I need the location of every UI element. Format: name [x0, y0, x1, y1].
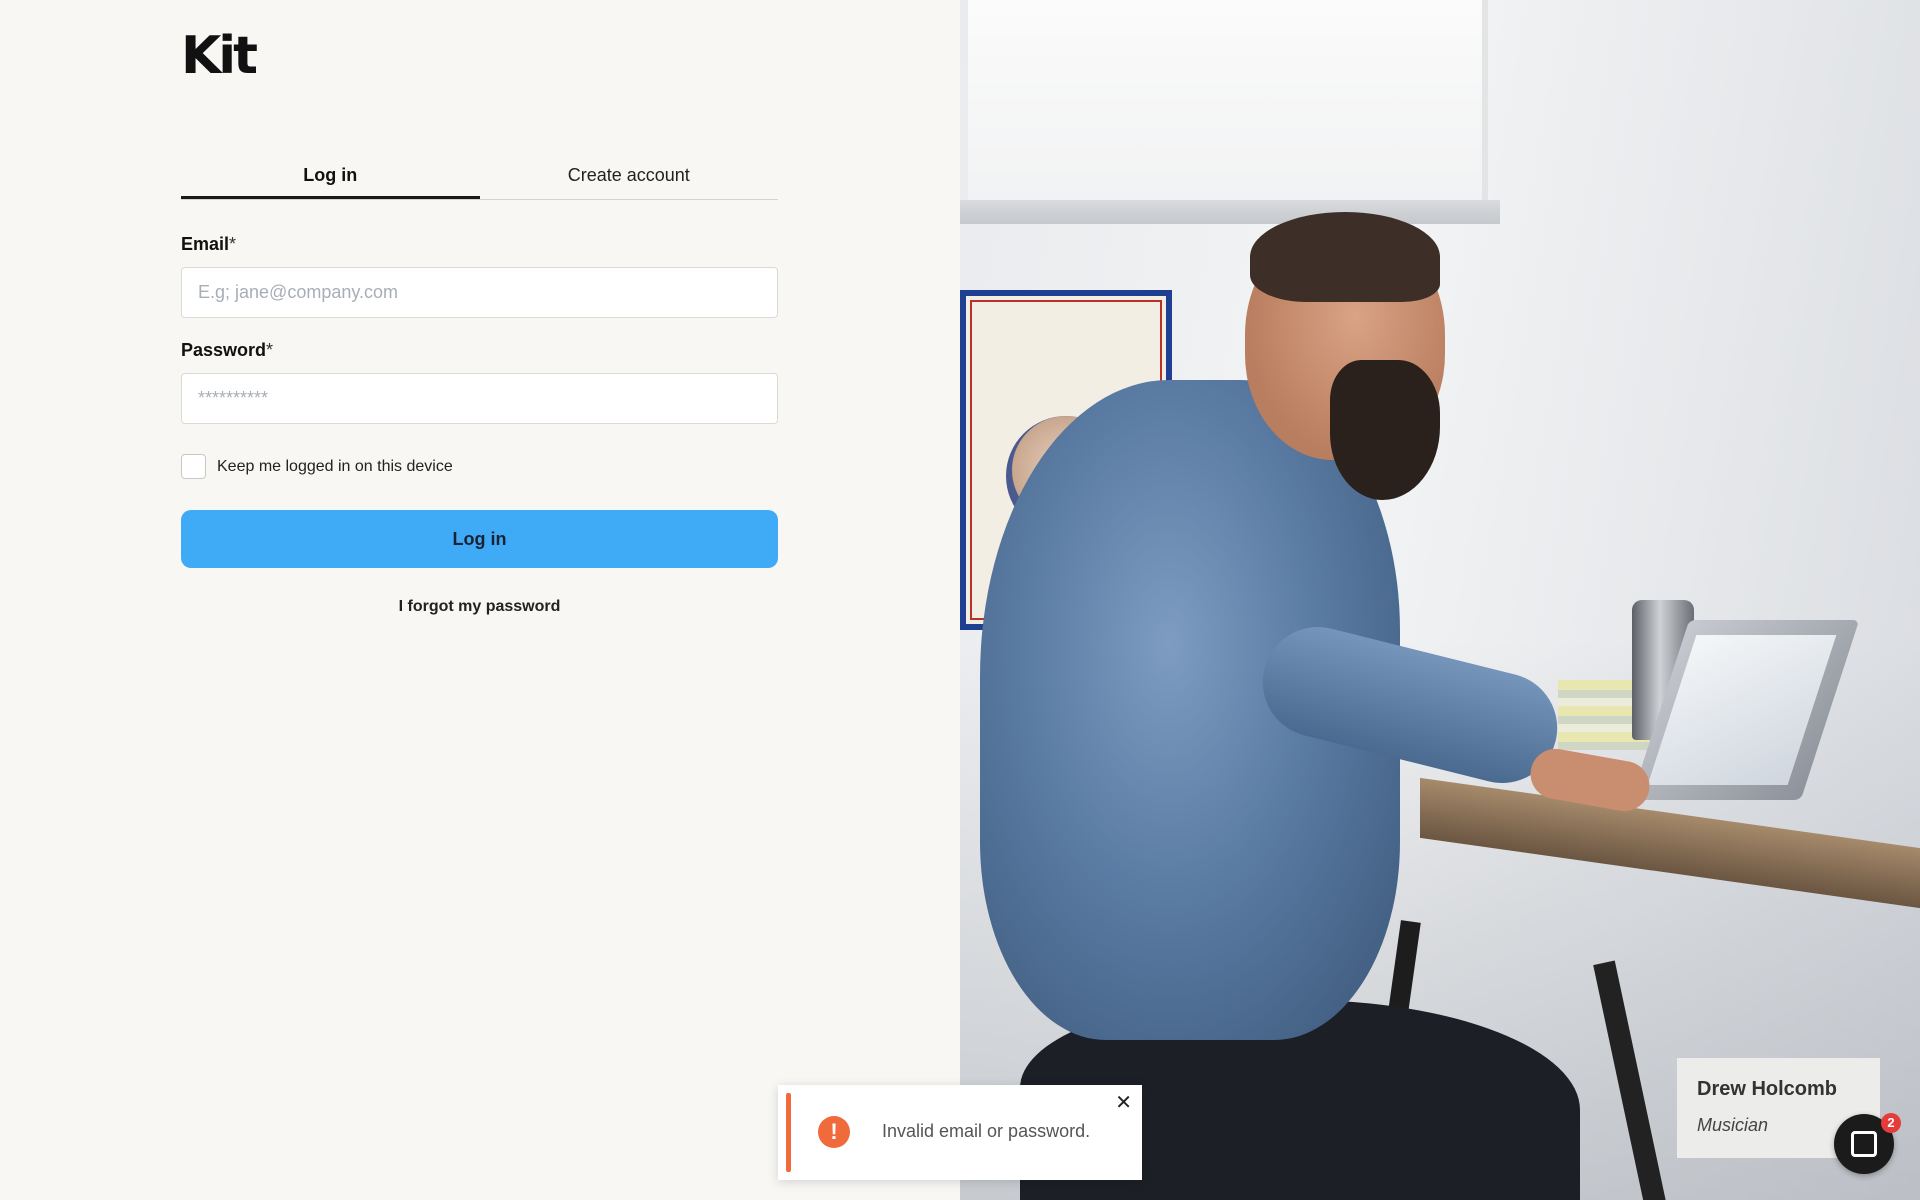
auth-tabs: Log in Create account	[181, 152, 778, 200]
testimonial-name: Drew Holcomb	[1697, 1078, 1838, 1100]
toast-message: Invalid email or password.	[882, 1121, 1091, 1141]
chat-badge: 2	[1881, 1113, 1901, 1133]
email-label: Email*	[181, 234, 236, 255]
password-label-text: Password	[181, 340, 267, 360]
email-input[interactable]	[181, 267, 778, 318]
kit-logo[interactable]: Kit	[181, 30, 258, 82]
window-illustration	[968, 0, 1488, 215]
person-beard	[1330, 360, 1440, 500]
tab-log-in[interactable]: Log in	[181, 152, 480, 199]
person-hair	[1250, 212, 1440, 302]
alert-icon: !	[818, 1116, 850, 1148]
toast-accent-bar	[786, 1093, 791, 1172]
remember-checkbox[interactable]	[181, 454, 206, 479]
log-in-button[interactable]: Log in	[181, 510, 778, 568]
remember-row: Keep me logged in on this device	[181, 454, 453, 479]
login-panel: Kit Log in Create account Email* Passwor…	[0, 0, 960, 1200]
close-icon[interactable]: ✕	[1115, 1093, 1132, 1113]
password-required-mark: *	[266, 340, 274, 360]
password-input[interactable]	[181, 373, 778, 424]
error-toast: ! Invalid email or password. ✕	[778, 1085, 1142, 1180]
window-ledge	[960, 200, 1500, 224]
forgot-password-link[interactable]: I forgot my password	[181, 598, 778, 616]
chat-icon	[1851, 1131, 1877, 1157]
password-label: Password*	[181, 340, 273, 361]
email-label-text: Email	[181, 234, 230, 254]
email-required-mark: *	[229, 234, 237, 254]
tab-create-account[interactable]: Create account	[480, 152, 779, 199]
hero-photo	[960, 0, 1920, 1200]
remember-label[interactable]: Keep me logged in on this device	[217, 458, 453, 476]
